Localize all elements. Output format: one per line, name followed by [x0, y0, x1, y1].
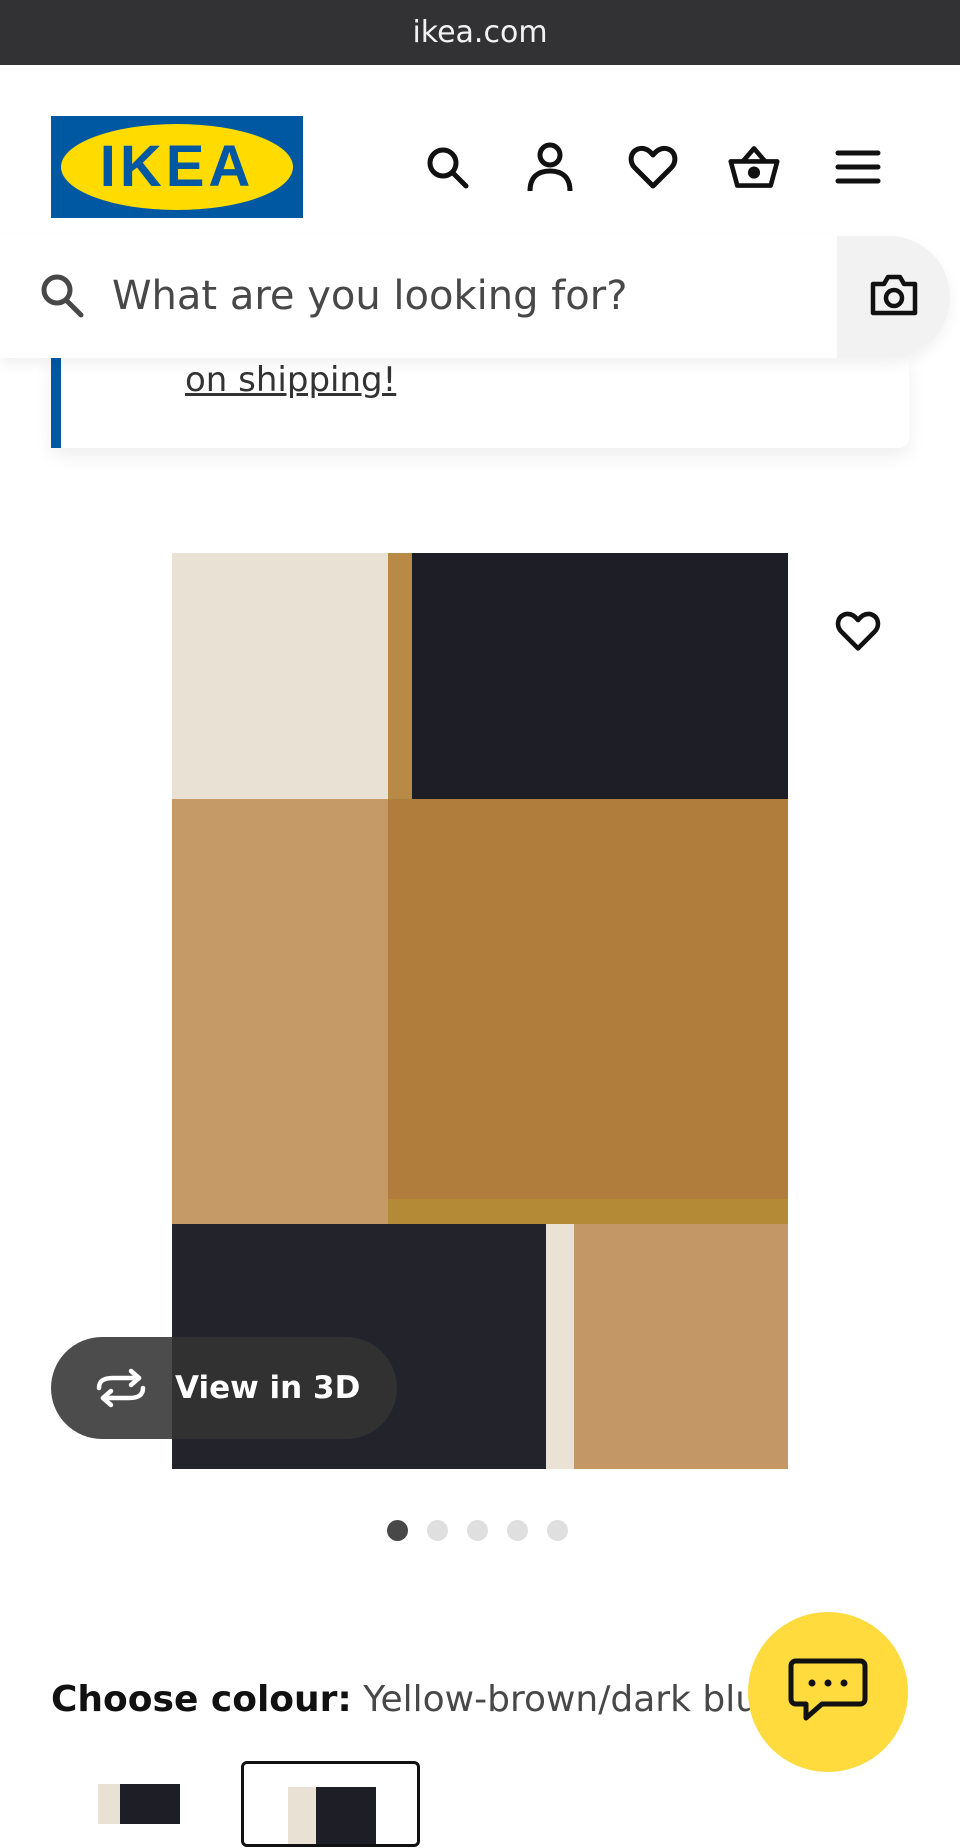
- chat-support-button[interactable]: [748, 1612, 908, 1772]
- camera-icon: [870, 274, 918, 320]
- menu-icon[interactable]: [832, 141, 884, 193]
- gallery-dot-4[interactable]: [507, 1520, 528, 1541]
- url-text: ikea.com: [412, 15, 548, 50]
- colour-selector-label: Choose colour: Yellow-brown/dark blue: [51, 1676, 780, 1724]
- product-image-rug[interactable]: [172, 553, 788, 1469]
- account-icon[interactable]: [524, 141, 576, 193]
- chat-bubble-icon: [788, 1657, 868, 1727]
- colour-swatch-2-selected[interactable]: [241, 1761, 420, 1847]
- view-in-3d-label: View in 3D: [175, 1370, 361, 1406]
- basket-icon[interactable]: [728, 141, 780, 193]
- rotate-3d-icon: [93, 1368, 149, 1408]
- ikea-logo[interactable]: IKEA: [51, 116, 303, 218]
- gallery-dot-5[interactable]: [547, 1520, 568, 1541]
- search-icon[interactable]: [421, 141, 473, 193]
- heart-icon[interactable]: [627, 141, 679, 193]
- promo-shipping-link[interactable]: on shipping!: [185, 358, 396, 402]
- gallery-dot-1[interactable]: [387, 1520, 408, 1541]
- add-to-favourites-button[interactable]: [830, 605, 886, 661]
- colour-swatch-1[interactable]: [94, 1768, 190, 1848]
- logo-text: IKEA: [100, 134, 255, 199]
- colour-label: Choose colour:: [51, 1679, 352, 1720]
- heart-icon: [835, 610, 881, 656]
- colour-value: Yellow-brown/dark blue: [363, 1679, 781, 1720]
- camera-search-button[interactable]: [837, 236, 950, 358]
- browser-url-bar[interactable]: ikea.com: [0, 0, 960, 65]
- gallery-dot-3[interactable]: [467, 1520, 488, 1541]
- search-input[interactable]: What are you looking for?: [112, 270, 627, 322]
- search-bar[interactable]: What are you looking for?: [0, 236, 950, 358]
- promo-accent-bar: [51, 358, 61, 448]
- view-in-3d-button[interactable]: View in 3D: [51, 1337, 397, 1439]
- gallery-pagination: [387, 1520, 568, 1542]
- gallery-dot-2[interactable]: [427, 1520, 448, 1541]
- search-field-icon: [38, 270, 86, 322]
- promo-banner: on shipping!: [51, 358, 909, 448]
